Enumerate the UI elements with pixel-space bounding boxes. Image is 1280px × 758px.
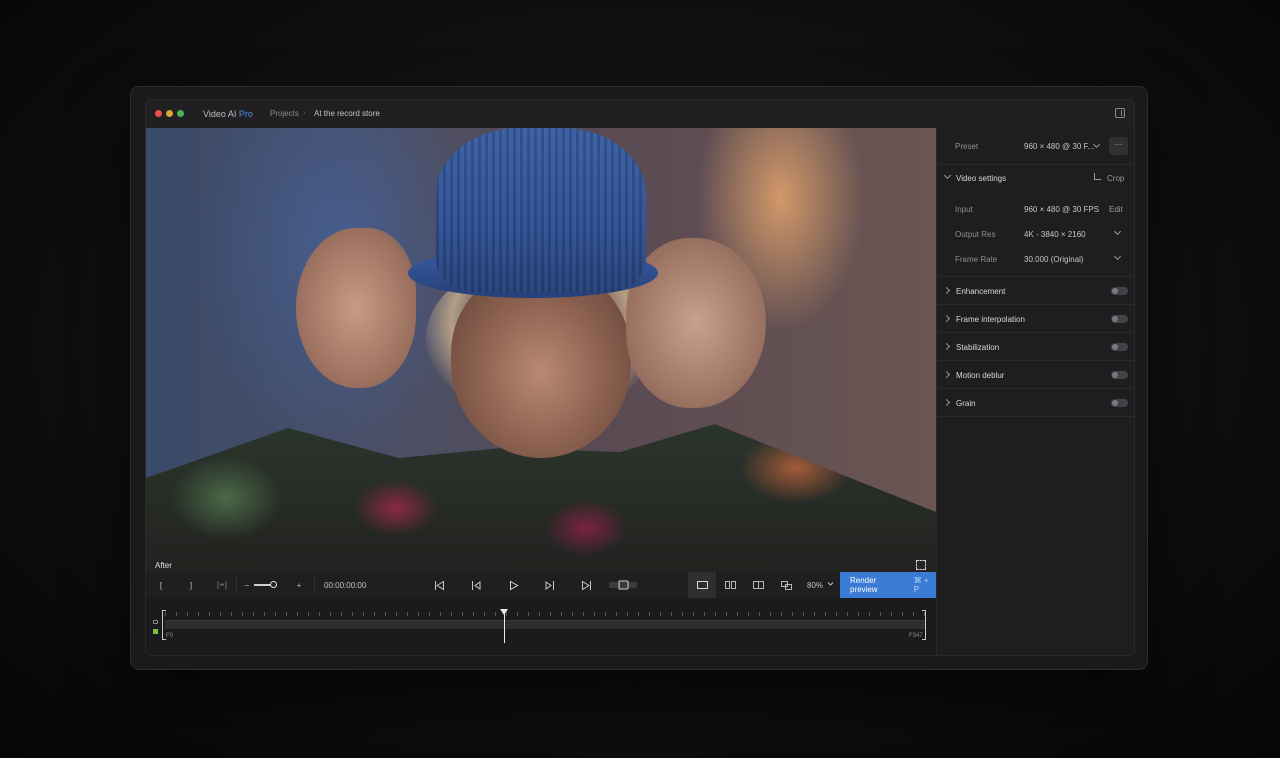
- frame-interpolation-chevron-right-icon[interactable]: [942, 314, 951, 323]
- play-icon[interactable]: [506, 572, 520, 598]
- output-res-label: Output Res: [955, 230, 996, 239]
- timeline-zoom-slider-knob[interactable]: [270, 581, 277, 588]
- previous-frame-icon[interactable]: [469, 572, 483, 598]
- frame-interpolation-toggle[interactable]: [1111, 315, 1128, 323]
- single-view-button[interactable]: [688, 572, 716, 598]
- video-image-hat: [436, 128, 646, 293]
- title-bar: Video AI Pro Projects › At the record st…: [146, 100, 1134, 128]
- skip-to-end-icon[interactable]: [579, 572, 593, 598]
- stabilization-label: Stabilization: [956, 343, 1000, 352]
- app-title: Video AI Pro: [203, 109, 253, 119]
- set-out-point-button[interactable]: ]: [186, 572, 196, 598]
- render-preview-label: Render preview: [850, 576, 878, 594]
- video-image-left-hand: [296, 228, 416, 388]
- section-frame-interpolation[interactable]: Frame interpolation: [937, 305, 1134, 333]
- section-stabilization[interactable]: Stabilization: [937, 333, 1134, 361]
- timeline-ruler[interactable]: [165, 612, 925, 616]
- skip-to-start-icon[interactable]: [432, 572, 446, 598]
- input-edit-button[interactable]: Edit: [1109, 205, 1123, 214]
- preset-more-button[interactable]: ···: [1109, 137, 1128, 155]
- input-label: Input: [955, 205, 973, 214]
- timecode-display[interactable]: 00:00:00:00: [324, 581, 366, 590]
- playback-controls: [ ] − + 00:00:00:00 80% Render preview ⌘…: [146, 572, 936, 598]
- output-res-chevron-down-icon[interactable]: [1113, 227, 1122, 236]
- motion-deblur-chevron-right-icon[interactable]: [942, 370, 951, 379]
- video-settings-section: Video settings Crop Input 960 × 480 @ 30…: [937, 165, 1134, 277]
- frame-rate-select[interactable]: 30.000 (Original): [1024, 255, 1084, 264]
- sidebar-toggle-icon[interactable]: [1115, 108, 1125, 118]
- settings-panel: Preset 960 × 480 @ 30 F... ··· Video set…: [936, 128, 1134, 655]
- preset-label: Preset: [955, 142, 979, 151]
- minimize-window-button[interactable]: [166, 110, 173, 117]
- enhancement-toggle[interactable]: [1111, 287, 1128, 295]
- stabilization-toggle[interactable]: [1111, 343, 1128, 351]
- video-track[interactable]: [165, 620, 925, 629]
- zoom-chevron-down-icon[interactable]: [827, 580, 834, 589]
- video-preview[interactable]: After: [146, 128, 936, 572]
- zoom-level[interactable]: 80%: [807, 581, 823, 590]
- end-frame-label: F347: [909, 633, 923, 639]
- stabilization-chevron-right-icon[interactable]: [942, 342, 951, 351]
- maximize-window-button[interactable]: [177, 110, 184, 117]
- lock-icon[interactable]: [153, 620, 158, 624]
- input-value: 960 × 480 @ 30 FPS: [1024, 205, 1100, 214]
- fullscreen-icon[interactable]: [916, 560, 926, 570]
- crop-icon[interactable]: [1094, 173, 1101, 180]
- zoom-out-timeline-button[interactable]: −: [242, 572, 252, 598]
- crop-button[interactable]: Crop: [1107, 174, 1124, 183]
- frame-rate-label: Frame Rate: [955, 255, 998, 264]
- grain-chevron-right-icon[interactable]: [942, 398, 951, 407]
- close-window-button[interactable]: [155, 110, 162, 117]
- render-preview-button[interactable]: Render preview ⌘ + P: [840, 572, 936, 598]
- app-edition: Pro: [238, 109, 253, 119]
- zoom-in-timeline-button[interactable]: +: [294, 572, 304, 598]
- split-view-button[interactable]: [744, 572, 772, 598]
- app-name: Video AI: [203, 109, 237, 119]
- enhancement-label: Enhancement: [956, 287, 1006, 296]
- section-enhancement[interactable]: Enhancement: [937, 277, 1134, 305]
- section-motion-deblur[interactable]: Motion deblur: [937, 361, 1134, 389]
- breadcrumb-separator: ›: [303, 108, 306, 117]
- side-by-side-view-button[interactable]: [716, 572, 744, 598]
- after-label: After: [155, 561, 172, 570]
- breadcrumb-current-project: At the record store: [314, 109, 380, 118]
- section-grain[interactable]: Grain: [937, 389, 1134, 417]
- grain-toggle[interactable]: [1111, 399, 1128, 407]
- motion-deblur-toggle[interactable]: [1111, 371, 1128, 379]
- output-res-select[interactable]: 4K - 3840 × 2160: [1024, 230, 1086, 239]
- enhancement-chevron-right-icon[interactable]: [942, 286, 951, 295]
- loop-toggle[interactable]: [608, 572, 638, 598]
- breadcrumb-projects[interactable]: Projects: [270, 109, 299, 118]
- grain-label: Grain: [956, 399, 976, 408]
- render-preview-shortcut: ⌘ + P: [913, 576, 929, 594]
- track-marker: [153, 629, 158, 634]
- timeline[interactable]: F0 F347: [146, 598, 936, 655]
- separator: [314, 577, 315, 593]
- frame-interpolation-label: Frame interpolation: [956, 315, 1025, 324]
- video-settings-chevron-icon[interactable]: [943, 171, 952, 180]
- next-frame-icon[interactable]: [542, 572, 556, 598]
- motion-deblur-label: Motion deblur: [956, 371, 1005, 380]
- app-window: Video AI Pro Projects › At the record st…: [145, 99, 1135, 656]
- start-frame-label: F0: [166, 633, 174, 639]
- separator: [236, 577, 237, 593]
- comparison-grid-view-button[interactable]: [772, 572, 800, 598]
- set-in-point-button[interactable]: [: [156, 572, 166, 598]
- preset-row: Preset 960 × 480 @ 30 F... ···: [937, 128, 1134, 165]
- trim-icon[interactable]: [215, 572, 229, 598]
- playhead-handle-icon[interactable]: [500, 609, 508, 615]
- frame-rate-chevron-down-icon[interactable]: [1113, 252, 1122, 261]
- video-settings-header[interactable]: Video settings: [956, 174, 1006, 183]
- preset-select[interactable]: 960 × 480 @ 30 F...: [1024, 142, 1094, 151]
